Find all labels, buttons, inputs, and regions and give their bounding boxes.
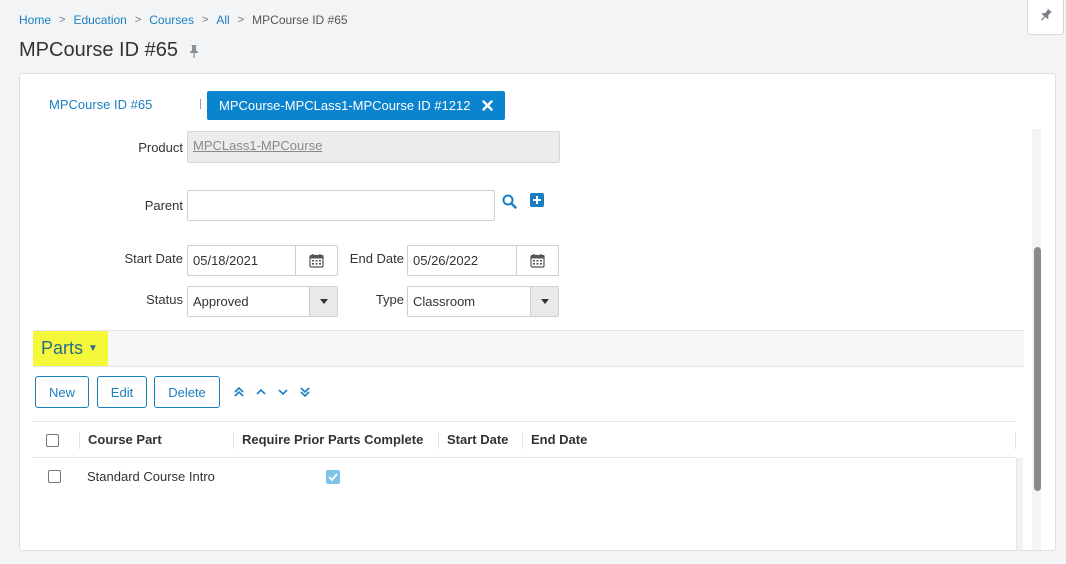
column-separator	[522, 432, 523, 449]
type-label: Type	[375, 292, 404, 307]
column-header-require-prior[interactable]: Require Prior Parts Complete	[242, 422, 423, 457]
tab-parent-course[interactable]: MPCourse ID #65	[49, 97, 152, 112]
type-value: Classroom	[413, 294, 476, 309]
column-header-start-date[interactable]: Start Date	[447, 422, 508, 457]
parent-input[interactable]	[187, 190, 495, 221]
parts-section-header: Parts ▼	[33, 330, 1024, 367]
move-top-icon[interactable]	[232, 385, 246, 399]
page-title-row: MPCourse ID #65	[19, 39, 200, 62]
caret-down-icon: ▼	[88, 343, 98, 354]
product-field: MPCLass1-MPCourse	[187, 131, 560, 163]
detail-card: MPCourse ID #65 MPCourse-MPCLass1-MPCour…	[19, 73, 1056, 551]
delete-part-button[interactable]: Delete	[154, 376, 220, 408]
breadcrumb: Home > Education > Courses > All > MPCou…	[19, 13, 348, 27]
calendar-icon[interactable]	[295, 246, 337, 275]
end-date-field: 05/26/2022	[407, 245, 559, 276]
column-header-end-date[interactable]: End Date	[531, 422, 587, 457]
end-date-label: End Date	[349, 251, 404, 266]
column-separator	[438, 432, 439, 449]
close-icon[interactable]	[482, 100, 494, 111]
add-icon[interactable]	[529, 192, 545, 208]
column-separator	[1015, 432, 1016, 449]
caret-down-icon	[530, 287, 558, 316]
search-icon[interactable]	[500, 192, 518, 210]
breadcrumb-home[interactable]: Home	[19, 13, 51, 27]
check-icon	[328, 473, 338, 481]
pin-panel-button[interactable]	[1027, 0, 1064, 35]
require-prior-checkbox	[326, 470, 340, 484]
breadcrumb-current: MPCourse ID #65	[252, 13, 348, 27]
start-date-label: Start Date	[124, 251, 183, 266]
breadcrumb-separator: >	[59, 14, 66, 26]
pin-icon	[1039, 7, 1053, 27]
breadcrumb-all[interactable]: All	[216, 13, 229, 27]
tab-divider	[200, 99, 201, 109]
breadcrumb-separator: >	[237, 14, 245, 26]
type-select[interactable]: Classroom	[407, 286, 559, 317]
caret-down-icon	[309, 287, 337, 316]
page-title: MPCourse ID #65	[19, 39, 178, 61]
parts-grid-header: Course Part Require Prior Parts Complete…	[33, 421, 1016, 458]
status-value: Approved	[193, 294, 249, 309]
status-select[interactable]: Approved	[187, 286, 338, 317]
move-down-icon[interactable]	[276, 385, 290, 399]
column-header-course-part[interactable]: Course Part	[88, 422, 162, 457]
parent-label: Parent	[144, 198, 183, 213]
product-label: Product	[138, 140, 183, 155]
move-bottom-icon[interactable]	[298, 385, 312, 399]
column-separator	[233, 432, 234, 449]
product-link[interactable]: MPCLass1-MPCourse	[193, 138, 322, 153]
parts-toggle[interactable]: Parts ▼	[33, 331, 108, 366]
grid-scrollbar[interactable]	[1016, 458, 1023, 550]
tab-active-class[interactable]: MPCourse-MPCLass1-MPCourse ID #1212	[207, 91, 506, 120]
edit-part-button[interactable]: Edit	[97, 376, 147, 408]
start-date-field: 05/18/2021	[187, 245, 338, 276]
parts-title: Parts	[41, 338, 84, 358]
breadcrumb-education[interactable]: Education	[73, 13, 126, 27]
column-separator	[79, 432, 80, 449]
pin-icon[interactable]	[188, 44, 200, 58]
new-part-button[interactable]: New	[35, 376, 89, 408]
status-label: Status	[146, 292, 183, 307]
breadcrumb-separator: >	[201, 14, 209, 26]
tab-active-label: MPCourse-MPCLass1-MPCourse ID #1212	[219, 98, 471, 113]
calendar-icon[interactable]	[516, 246, 558, 275]
end-date-input[interactable]: 05/26/2022	[408, 246, 516, 275]
select-all-checkbox[interactable]	[46, 434, 59, 447]
row-select-checkbox[interactable]	[48, 470, 61, 483]
card-scrollbar-thumb[interactable]	[1034, 247, 1041, 491]
breadcrumb-courses[interactable]: Courses	[149, 13, 194, 27]
course-part-cell: Standard Course Intro	[87, 469, 215, 484]
breadcrumb-separator: >	[134, 14, 142, 26]
start-date-input[interactable]: 05/18/2021	[188, 246, 295, 275]
move-up-icon[interactable]	[254, 385, 268, 399]
